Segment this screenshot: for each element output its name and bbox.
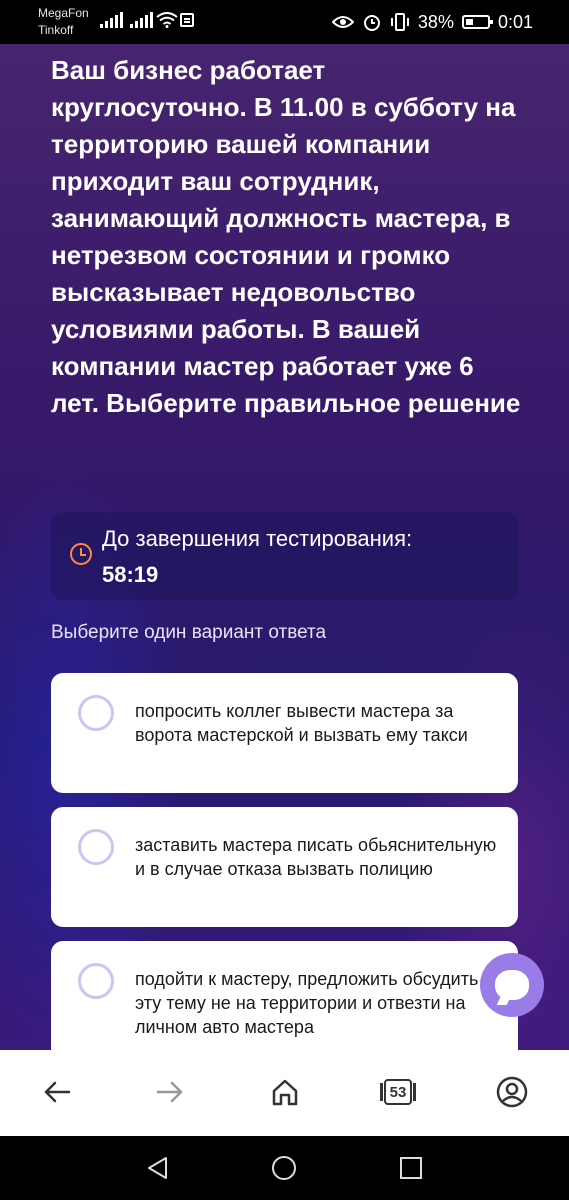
battery-percent: 38% (417, 11, 454, 32)
tabs-count: 53 (389, 1083, 407, 1101)
alarm-icon (363, 15, 380, 31)
news-notification-icon (180, 13, 194, 27)
answer-option-1[interactable]: попросить коллег вывести мастера за воро… (51, 673, 518, 793)
chat-button[interactable] (480, 953, 544, 1017)
signal-icon-1 (100, 12, 123, 28)
test-page[interactable]: Ваш бизнес работает круглосуточно. В 11.… (0, 44, 569, 1050)
square-recents-icon (400, 1157, 422, 1179)
triangle-back-icon (148, 1157, 167, 1179)
carrier-2: Tinkoff (38, 23, 74, 37)
timer-label: До завершения тестирования: (102, 526, 413, 551)
tabs-icon: 53 (380, 1077, 416, 1107)
status-right-group: 38% 0:01 (331, 8, 533, 36)
radio-button[interactable] (78, 829, 114, 865)
wifi-icon (156, 12, 178, 28)
tabs-button[interactable]: 53 (378, 1072, 418, 1112)
system-recents-button[interactable] (395, 1152, 427, 1184)
answer-option-text: заставить мастера писать обьяснительную … (135, 835, 497, 879)
radio-button[interactable] (78, 963, 114, 999)
home-button[interactable] (265, 1072, 305, 1112)
carrier-1: MegaFon (38, 6, 89, 20)
system-nav-bar (0, 1136, 569, 1200)
answer-instruction: Выберите один вариант ответа (51, 622, 327, 643)
answer-option-3[interactable]: подойти к мастеру, предложить обсудить э… (51, 941, 518, 1050)
profile-icon (496, 1076, 528, 1108)
clock-time: 0:01 (497, 11, 533, 32)
answer-option-2[interactable]: заставить мастера писать обьяснительную … (51, 807, 518, 927)
signal-icon-2 (130, 12, 153, 28)
status-bar: MegaFon Tinkoff 38% 0:01 (0, 0, 569, 44)
home-icon (272, 1079, 298, 1106)
chat-bubble-icon (495, 970, 529, 1000)
answer-option-text: подойти к мастеру, предложить обсудить э… (135, 969, 479, 1037)
back-icon (44, 1081, 71, 1103)
question-text: Ваш бизнес работает круглосуточно. В 11.… (51, 55, 521, 418)
clock-icon (70, 543, 92, 565)
back-button[interactable] (37, 1072, 77, 1112)
vibrate-icon (390, 13, 409, 31)
radio-button[interactable] (78, 695, 114, 731)
timer-panel: До завершения тестирования: 58:19 (51, 512, 518, 600)
timer-value: 58:19 (102, 562, 159, 587)
answer-option-text: попросить коллег вывести мастера за воро… (135, 701, 468, 745)
circle-home-icon (272, 1156, 296, 1180)
battery-icon (461, 15, 493, 29)
forward-icon (156, 1081, 183, 1103)
profile-button[interactable] (492, 1072, 532, 1112)
system-back-button[interactable] (142, 1152, 174, 1184)
forward-button[interactable] (150, 1072, 190, 1112)
eye-icon (331, 16, 354, 28)
carrier-names: MegaFon Tinkoff (38, 5, 89, 39)
system-home-button[interactable] (268, 1152, 300, 1184)
browser-nav-bar: 53 (0, 1050, 569, 1136)
